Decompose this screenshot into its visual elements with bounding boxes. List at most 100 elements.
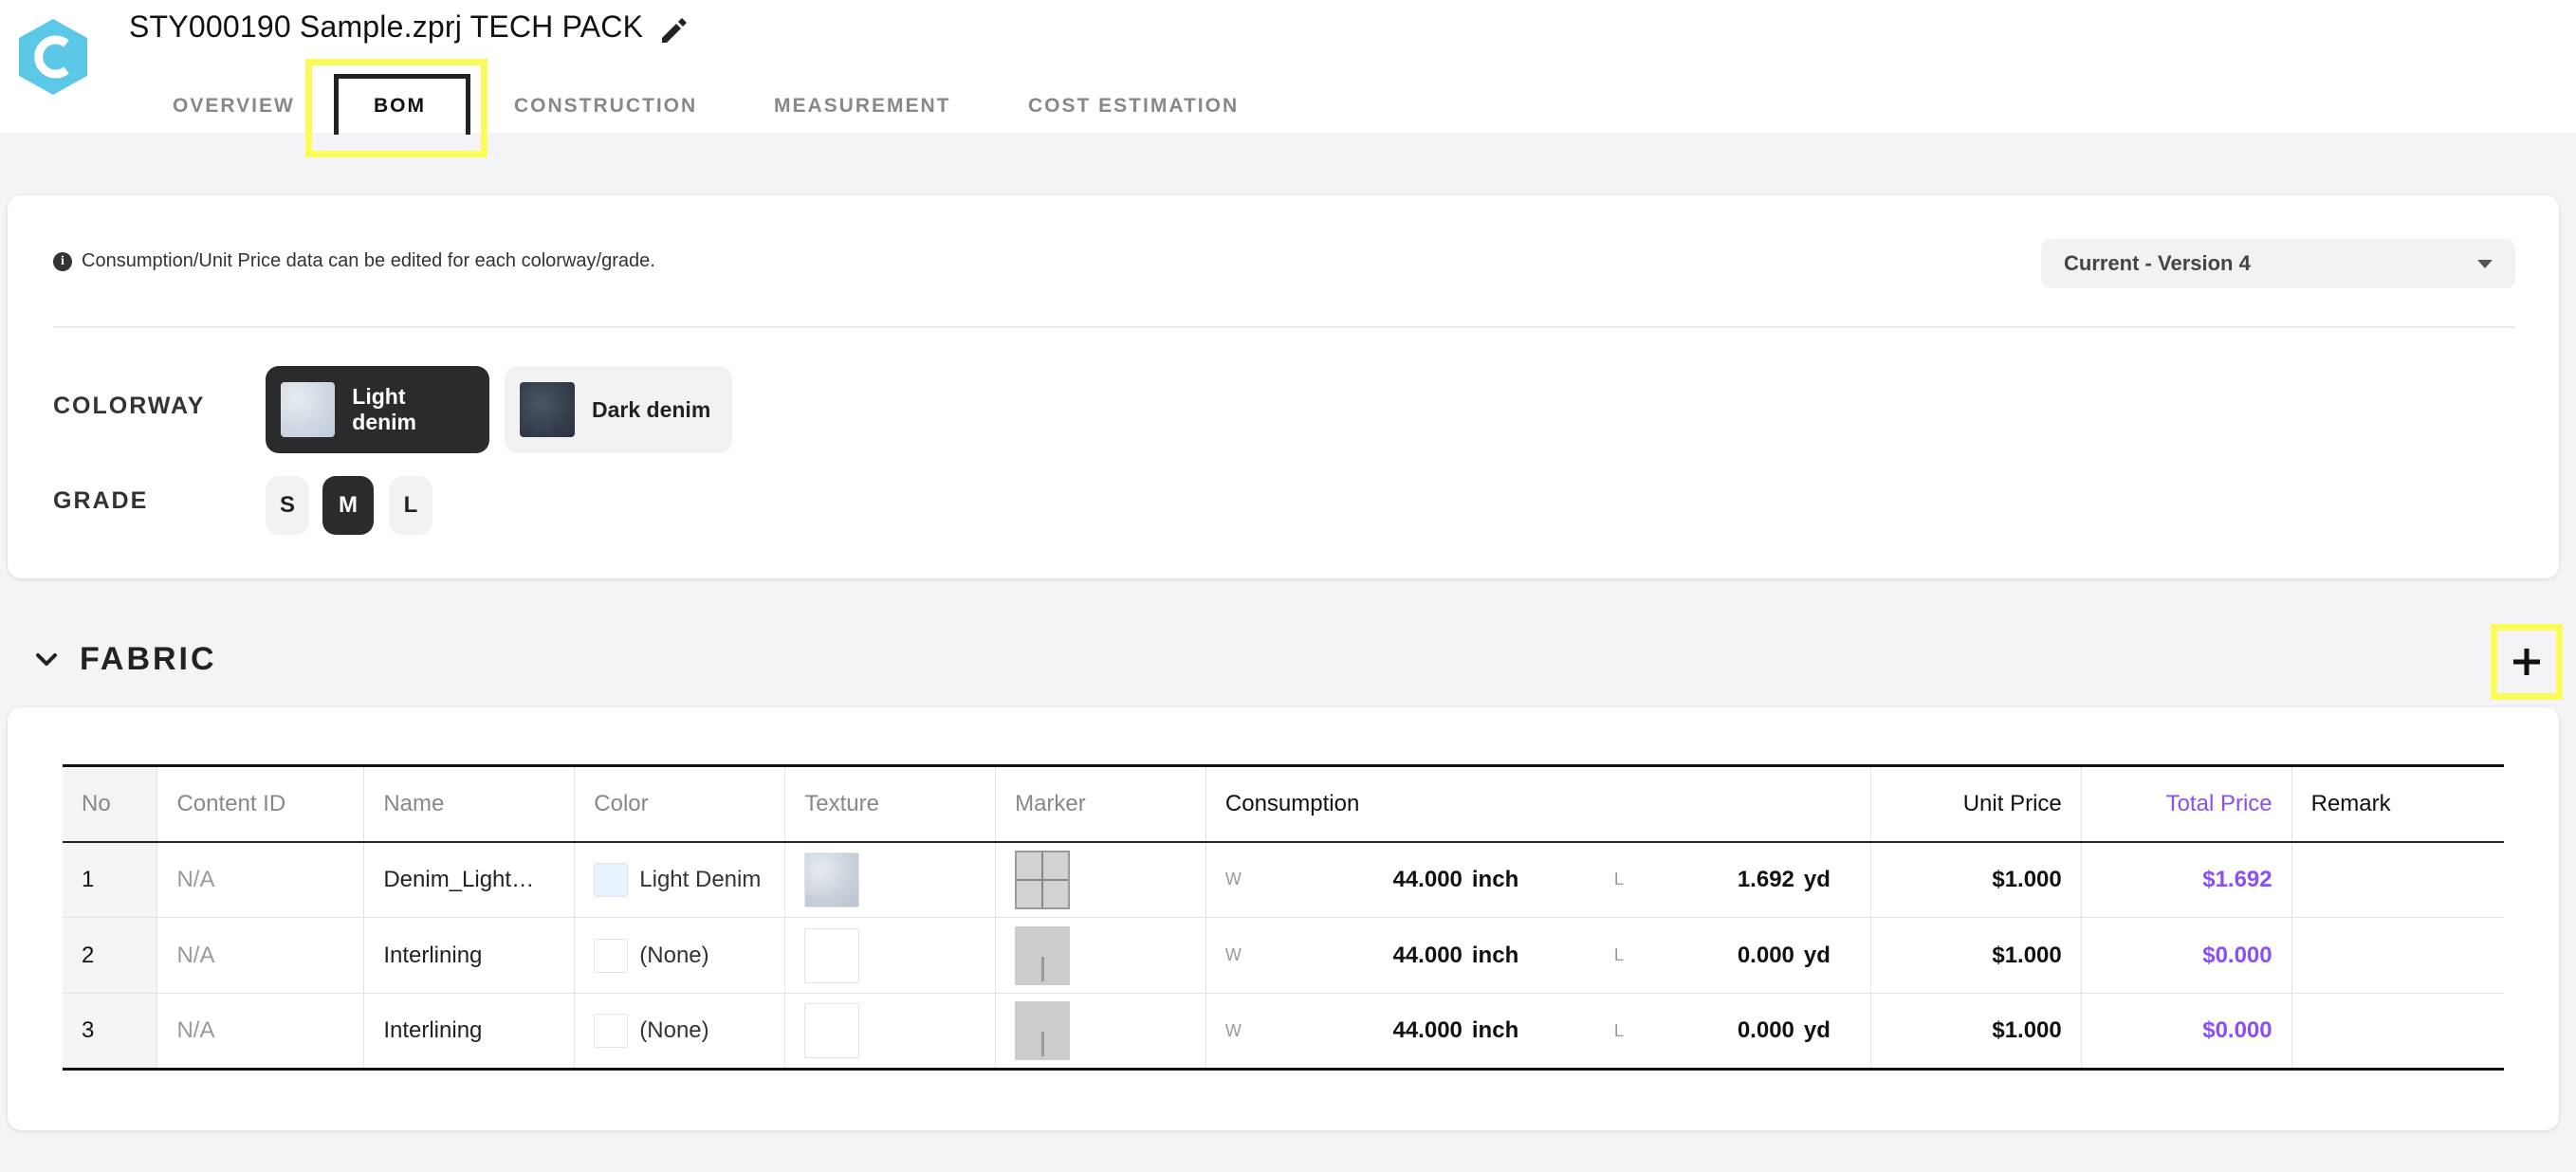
version-select-value: Current - Version 4 bbox=[2064, 251, 2251, 275]
col-header-marker: Marker bbox=[995, 765, 1206, 842]
marker-thumbnail bbox=[1015, 925, 1071, 985]
col-header-texture: Texture bbox=[784, 765, 997, 842]
page-title: STY000190 Sample.zprj TECH PACK bbox=[129, 9, 644, 44]
cell-color[interactable]: (None) bbox=[574, 917, 786, 994]
colorway-label: COLORWAY bbox=[53, 393, 206, 419]
fabric-table-card: No Content ID Name Color Texture Marker … bbox=[8, 707, 2559, 1130]
tab-cost-estimation[interactable]: COST ESTIMATION bbox=[1028, 95, 1239, 118]
width-unit: inch bbox=[1471, 866, 1519, 892]
col-header-color: Color bbox=[574, 765, 786, 842]
plus-icon bbox=[2513, 649, 2540, 675]
width-value[interactable]: 44.000 bbox=[1282, 943, 1462, 969]
cell-consumption[interactable]: W 44.000 inch L 0.000 yd bbox=[1205, 917, 1871, 994]
col-header-remark: Remark bbox=[2310, 790, 2391, 816]
tab-overview[interactable]: OVERVIEW bbox=[173, 95, 295, 118]
col-header-total-price: Total Price bbox=[2081, 765, 2292, 842]
table-row[interactable]: 2 N/A Interlining (None) W 44.000 inch L… bbox=[63, 917, 2504, 994]
cell-no: 2 bbox=[63, 917, 158, 994]
col-header-no: No bbox=[63, 765, 158, 842]
cell-marker[interactable] bbox=[995, 841, 1206, 918]
fabric-section-title: FABRIC bbox=[80, 641, 217, 677]
marker-thumbnail bbox=[1015, 1001, 1071, 1060]
cell-texture[interactable] bbox=[784, 917, 997, 994]
cell-no: 1 bbox=[63, 841, 158, 918]
pencil-icon[interactable] bbox=[656, 13, 690, 47]
header: STY000190 Sample.zprj TECH PACK OVERVIEW… bbox=[0, 0, 2576, 157]
tab-construction[interactable]: CONSTRUCTION bbox=[514, 95, 697, 118]
color-name: (None) bbox=[639, 1017, 709, 1043]
width-label: W bbox=[1224, 1020, 1242, 1040]
grade-m-button[interactable]: M bbox=[322, 476, 374, 535]
grade-s-button[interactable]: S bbox=[266, 476, 309, 535]
cell-unit-price[interactable]: $1.000 bbox=[1870, 917, 2082, 994]
colorway-name: Light denim bbox=[352, 384, 417, 434]
width-value[interactable]: 44.000 bbox=[1282, 1017, 1462, 1044]
cell-unit-price[interactable]: $1.000 bbox=[1870, 993, 2082, 1070]
version-select[interactable]: Current - Version 4 bbox=[2041, 239, 2515, 288]
length-label: L bbox=[1613, 945, 1624, 964]
cell-color[interactable]: (None) bbox=[574, 993, 786, 1070]
length-unit: yd bbox=[1803, 942, 1831, 968]
cell-unit-price[interactable]: $1.000 bbox=[1870, 841, 2082, 918]
cell-remark[interactable] bbox=[2291, 841, 2504, 918]
length-value[interactable]: 0.000 bbox=[1652, 943, 1794, 969]
colorway-name: Dark denim bbox=[592, 396, 711, 422]
tab-highlight bbox=[305, 59, 488, 157]
colorway-dark-denim[interactable]: Dark denim bbox=[505, 366, 732, 453]
width-value[interactable]: 44.000 bbox=[1282, 867, 1462, 893]
divider bbox=[53, 326, 2515, 328]
cell-no: 3 bbox=[63, 993, 158, 1070]
fabric-section-toggle[interactable]: FABRIC bbox=[32, 641, 217, 678]
cell-texture[interactable] bbox=[784, 993, 997, 1070]
tab-measurement[interactable]: MEASUREMENT bbox=[774, 95, 951, 118]
cell-color[interactable]: Light Denim bbox=[574, 841, 786, 918]
color-name: (None) bbox=[639, 942, 709, 968]
app-logo-icon[interactable] bbox=[17, 17, 89, 97]
cell-marker[interactable] bbox=[995, 917, 1206, 994]
length-unit: yd bbox=[1803, 1017, 1831, 1043]
info-icon: i bbox=[53, 251, 72, 271]
color-name: Light Denim bbox=[639, 866, 762, 892]
col-header-consumption: Consumption bbox=[1205, 765, 1871, 842]
cell-total-price: $0.000 bbox=[2081, 993, 2292, 1070]
colorway-light-denim[interactable]: Light denim bbox=[266, 366, 489, 453]
cell-remark[interactable] bbox=[2291, 993, 2504, 1070]
cell-name[interactable]: Interlining bbox=[363, 917, 576, 994]
color-swatch bbox=[594, 862, 629, 897]
info-text: Consumption/Unit Price data can be edite… bbox=[82, 250, 655, 271]
cell-texture[interactable] bbox=[784, 841, 997, 918]
length-label: L bbox=[1613, 870, 1624, 889]
cell-consumption[interactable]: W 44.000 inch L 0.000 yd bbox=[1205, 993, 1871, 1070]
cell-content-id: N/A bbox=[156, 841, 365, 918]
caret-down-icon bbox=[2477, 259, 2493, 268]
col-header-name: Name bbox=[363, 765, 576, 842]
grade-l-button[interactable]: L bbox=[389, 476, 432, 535]
bom-settings-card: i Consumption/Unit Price data can be edi… bbox=[8, 195, 2559, 578]
length-unit: yd bbox=[1803, 866, 1831, 892]
length-value[interactable]: 0.000 bbox=[1652, 1017, 1794, 1044]
cell-consumption[interactable]: W 44.000 inch L 1.692 yd bbox=[1205, 841, 1871, 918]
table-row[interactable]: 3 N/A Interlining (None) W 44.000 inch L… bbox=[63, 993, 2504, 1070]
texture-thumbnail bbox=[804, 1003, 860, 1058]
marker-thumbnail bbox=[1015, 850, 1071, 909]
cell-remark[interactable] bbox=[2291, 917, 2504, 994]
length-value[interactable]: 1.692 bbox=[1652, 867, 1794, 893]
cell-name[interactable]: Denim_Light… bbox=[363, 841, 576, 918]
texture-thumbnail bbox=[804, 927, 860, 983]
add-fabric-button[interactable] bbox=[2491, 624, 2563, 700]
color-swatch bbox=[594, 1014, 629, 1048]
fabric-table: No Content ID Name Color Texture Marker … bbox=[63, 764, 2504, 1071]
info-message: i Consumption/Unit Price data can be edi… bbox=[53, 250, 655, 272]
cell-total-price: $1.692 bbox=[2081, 841, 2292, 918]
cell-total-price: $0.000 bbox=[2081, 917, 2292, 994]
col-header-content-id: Content ID bbox=[156, 765, 365, 842]
table-row[interactable]: 1 N/A Denim_Light… Light Denim W 44.000 … bbox=[63, 841, 2504, 918]
width-unit: inch bbox=[1471, 942, 1519, 968]
dark-denim-swatch bbox=[520, 382, 575, 437]
width-label: W bbox=[1224, 945, 1242, 964]
cell-marker[interactable] bbox=[995, 993, 1206, 1070]
table-header-row: No Content ID Name Color Texture Marker … bbox=[63, 765, 2504, 842]
grade-label: GRADE bbox=[53, 487, 149, 514]
chevron-down-icon bbox=[36, 652, 57, 666]
cell-name[interactable]: Interlining bbox=[363, 993, 576, 1070]
